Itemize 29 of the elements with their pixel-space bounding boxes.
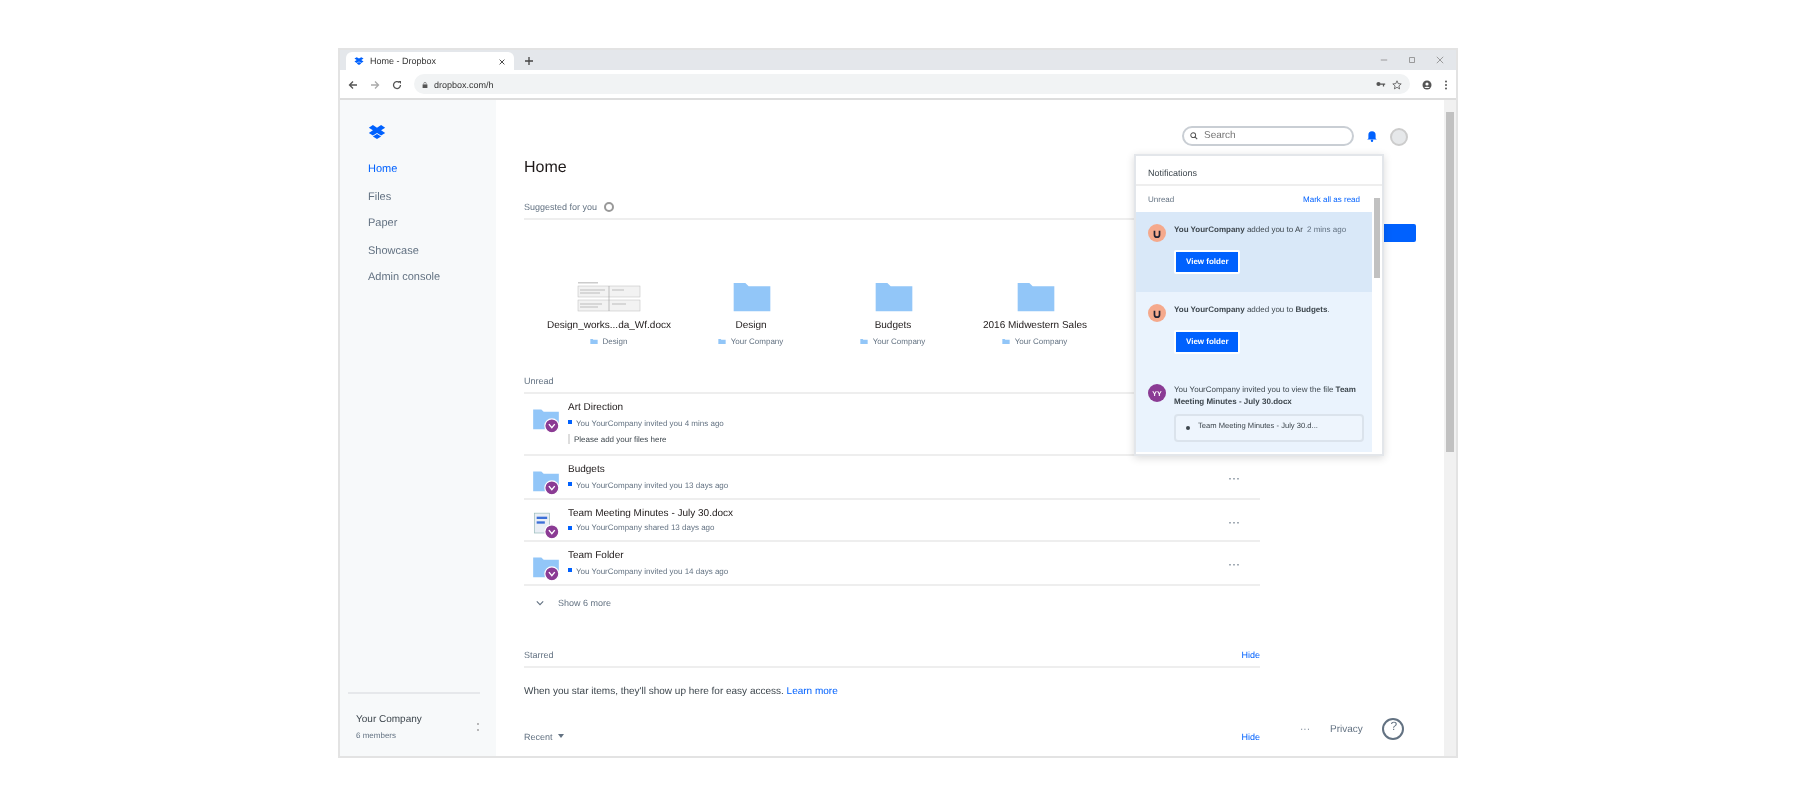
upload-button[interactable] <box>1382 224 1416 242</box>
new-tab-icon[interactable] <box>524 56 534 66</box>
shared-folder-icon <box>532 406 560 434</box>
info-icon[interactable] <box>603 202 614 212</box>
maximize-icon[interactable] <box>1408 56 1416 64</box>
lock-icon <box>422 81 428 87</box>
folder-icon <box>1002 337 1011 345</box>
search-icon <box>1190 132 1198 140</box>
folder-icon <box>873 277 913 314</box>
back-icon[interactable] <box>348 79 358 89</box>
reload-icon[interactable] <box>392 79 402 89</box>
page-title: Home <box>524 158 567 178</box>
scrollbar-thumb[interactable] <box>1446 112 1454 452</box>
star-icon[interactable] <box>1392 79 1402 89</box>
folder-icon <box>590 337 599 345</box>
folder-icon <box>1015 277 1055 314</box>
account-icon[interactable] <box>1422 79 1432 89</box>
shared-folder-icon <box>532 468 560 496</box>
caret-icon[interactable] <box>558 734 565 738</box>
scrollbar-thumb[interactable] <box>1374 198 1380 278</box>
bell-icon[interactable] <box>1366 130 1378 142</box>
folder-icon <box>731 277 771 314</box>
shared-folder-icon <box>532 554 560 582</box>
close-icon[interactable] <box>498 57 506 65</box>
chevron-down-icon[interactable] <box>536 599 544 605</box>
document-preview-icon <box>576 280 642 314</box>
key-icon[interactable] <box>1376 80 1386 88</box>
folder-icon <box>718 337 727 345</box>
folder-icon <box>860 337 869 345</box>
